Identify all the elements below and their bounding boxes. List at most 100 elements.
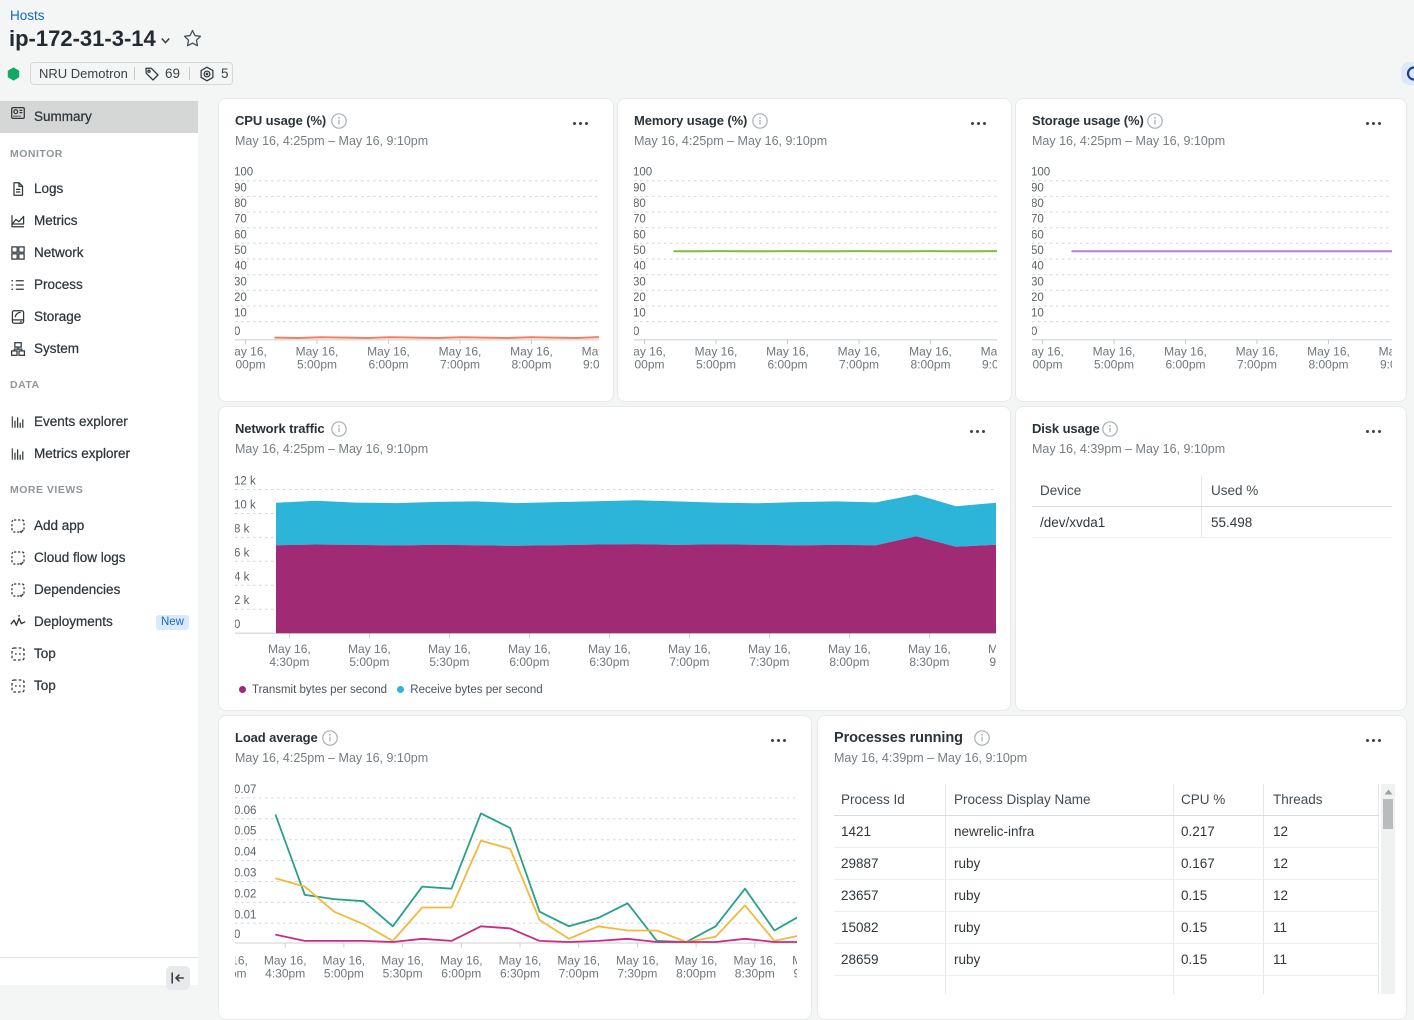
svg-text:50: 50 [1031,245,1044,257]
svg-text:40: 40 [1031,261,1044,273]
svg-text:May 16,: May 16, [296,344,339,358]
svg-text:May 16,: May 16, [792,954,812,968]
svg-text:5:00pm: 5:00pm [696,357,736,371]
svg-text:90: 90 [1031,182,1044,194]
svg-text:6:00pm: 6:00pm [767,357,807,371]
svg-text:May 16,: May 16, [1307,344,1350,358]
svg-text:9:00pm: 9:00pm [989,655,1011,669]
svg-text:40: 40 [234,261,247,273]
svg-text:10: 10 [633,308,646,320]
svg-text:70: 70 [1031,214,1044,226]
svg-text:7:30pm: 7:30pm [749,655,789,669]
svg-text:May 16,: May 16, [510,344,553,358]
svg-text:50: 50 [234,245,247,257]
svg-text:May 16,: May 16, [439,344,482,358]
svg-text:5:00pm: 5:00pm [349,655,389,669]
svg-text:7:00pm: 7:00pm [1237,357,1277,371]
svg-text:5:00pm: 5:00pm [1094,357,1134,371]
svg-text:8:30pm: 8:30pm [735,967,775,981]
svg-text:10: 10 [234,308,247,320]
svg-text:0.07: 0.07 [234,784,256,796]
svg-text:May 16,: May 16, [733,954,776,968]
svg-text:8:00pm: 8:00pm [676,967,716,981]
svg-text:10: 10 [1031,308,1044,320]
svg-text:100: 100 [1031,167,1050,179]
svg-text:4:00pm: 4:00pm [219,967,247,981]
svg-text:2 k: 2 k [234,595,250,607]
svg-text:100: 100 [633,167,652,179]
svg-text:May 16,: May 16, [908,642,951,656]
svg-text:70: 70 [633,214,646,226]
svg-text:May 16,: May 16, [675,954,718,968]
svg-text:0: 0 [633,326,639,338]
svg-text:May 16,: May 16, [1164,344,1207,358]
svg-text:4:00pm: 4:00pm [624,357,664,371]
svg-text:0: 0 [1031,326,1037,338]
svg-text:4:00pm: 4:00pm [1022,357,1062,371]
svg-text:50: 50 [633,245,646,257]
svg-text:May 16,: May 16, [440,954,483,968]
svg-text:0: 0 [234,929,240,941]
svg-text:0.04: 0.04 [234,847,257,859]
svg-text:May 16,: May 16, [588,642,631,656]
svg-text:May 16,: May 16, [981,344,1012,358]
svg-text:May 16,: May 16, [838,344,881,358]
svg-text:May 16,: May 16, [668,642,711,656]
svg-text:20: 20 [234,292,247,304]
svg-text:0.06: 0.06 [234,805,256,817]
svg-text:0: 0 [234,619,240,631]
svg-text:80: 80 [633,198,646,210]
svg-text:6:30pm: 6:30pm [500,967,540,981]
svg-text:0.05: 0.05 [234,826,256,838]
svg-text:8:00pm: 8:00pm [511,357,551,371]
svg-text:May 16,: May 16, [219,954,248,968]
svg-text:5:30pm: 5:30pm [383,967,423,981]
svg-text:60: 60 [234,229,247,241]
svg-text:0.03: 0.03 [234,868,256,880]
svg-text:May 16,: May 16, [264,954,307,968]
svg-text:May 16,: May 16, [428,642,471,656]
svg-text:4:30pm: 4:30pm [265,967,305,981]
svg-text:9:00pm: 9:00pm [1380,357,1407,371]
svg-text:May 16,: May 16, [224,344,267,358]
svg-text:20: 20 [1031,292,1044,304]
svg-text:12 k: 12 k [234,476,256,488]
svg-text:May 16,: May 16, [582,344,614,358]
svg-text:May 16,: May 16, [1236,344,1279,358]
svg-text:9:00pm: 9:00pm [982,357,1012,371]
svg-text:80: 80 [234,198,247,210]
svg-text:May 16,: May 16, [323,954,366,968]
svg-text:90: 90 [633,182,646,194]
svg-text:8:00pm: 8:00pm [910,357,950,371]
svg-text:5:00pm: 5:00pm [297,357,337,371]
svg-text:40: 40 [633,261,646,273]
svg-text:May 16,: May 16, [1021,344,1064,358]
svg-text:6:30pm: 6:30pm [589,655,629,669]
svg-text:May 16,: May 16, [268,642,311,656]
svg-text:7:00pm: 7:00pm [669,655,709,669]
svg-text:5:00pm: 5:00pm [324,967,364,981]
svg-text:May 16,: May 16, [1093,344,1136,358]
svg-text:6:00pm: 6:00pm [509,655,549,669]
svg-text:8:00pm: 8:00pm [829,655,869,669]
svg-text:May 16,: May 16, [748,642,791,656]
svg-text:0.02: 0.02 [234,888,256,900]
svg-text:30: 30 [633,276,646,288]
svg-text:May 16,: May 16, [367,344,410,358]
svg-text:May 16,: May 16, [499,954,542,968]
svg-text:9:00pm: 9:00pm [583,357,614,371]
svg-text:80: 80 [1031,198,1044,210]
svg-text:70: 70 [234,214,247,226]
svg-text:7:00pm: 7:00pm [559,967,599,981]
svg-text:10 k: 10 k [234,500,256,512]
svg-text:May 16,: May 16, [766,344,809,358]
svg-text:May 16,: May 16, [557,954,600,968]
svg-text:100: 100 [234,167,253,179]
svg-text:7:00pm: 7:00pm [440,357,480,371]
svg-text:6 k: 6 k [234,547,250,559]
svg-text:20: 20 [633,292,646,304]
svg-text:6:00pm: 6:00pm [1165,357,1205,371]
svg-text:4:30pm: 4:30pm [269,655,309,669]
svg-text:4 k: 4 k [234,571,250,583]
svg-text:May 16,: May 16, [909,344,952,358]
